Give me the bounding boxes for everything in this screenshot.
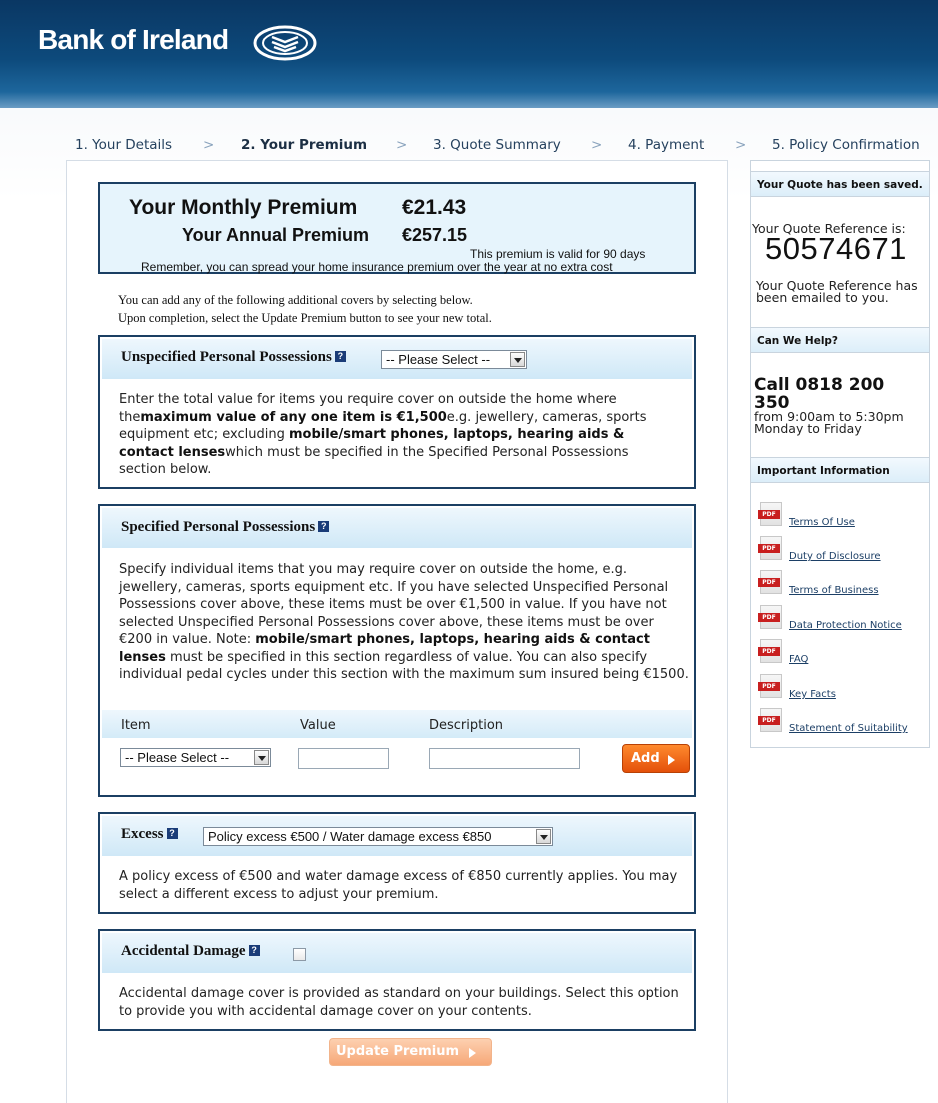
- premium-spread-note: Remember, you can spread your home insur…: [141, 260, 613, 274]
- pdf-icon: [758, 570, 782, 594]
- section-title: Specified Personal Possessions?: [121, 519, 330, 536]
- sidebar: Your Quote has been saved. Your Quote Re…: [750, 160, 930, 748]
- section-header: Specified Personal Possessions?: [102, 508, 692, 548]
- section-title: Accidental Damage?: [121, 943, 260, 960]
- column-description: Description: [429, 718, 504, 733]
- excess-section: Excess? Policy excess €500 / Water damag…: [98, 812, 696, 914]
- section-title: Excess?: [121, 826, 178, 843]
- site-header: Bank of Ireland: [0, 0, 938, 108]
- annual-premium-label: Your Annual Premium: [182, 225, 370, 245]
- monthly-premium-label: Your Monthly Premium: [129, 196, 358, 219]
- section-header: Excess? Policy excess €500 / Water damag…: [102, 816, 692, 856]
- section-header: Accidental Damage?: [102, 933, 692, 973]
- help-icon[interactable]: ?: [334, 351, 346, 362]
- additional-covers-intro: You can add any of the following additio…: [118, 291, 492, 327]
- arrow-right-icon: [469, 1048, 476, 1058]
- pdf-icon: [758, 536, 782, 560]
- step-policy-confirmation: 5. Policy Confirmation: [772, 137, 920, 153]
- doc-statement-of-suitability[interactable]: Statement of Suitability: [758, 708, 929, 738]
- bank-logo-icon[interactable]: [252, 23, 318, 63]
- accidental-damage-description: Accidental damage cover is provided as s…: [119, 986, 679, 1019]
- step-separator: >: [735, 137, 747, 153]
- doc-duty-of-disclosure[interactable]: Duty of Disclosure: [758, 536, 929, 566]
- section-header: Unspecified Personal Possessions? -- Ple…: [102, 339, 692, 379]
- pdf-icon: [758, 708, 782, 732]
- hours-line-2: Monday to Friday: [754, 421, 862, 436]
- premium-validity-note: This premium is valid for 90 days: [470, 247, 646, 261]
- brand-logo-text[interactable]: Bank of Ireland: [38, 24, 229, 56]
- step-separator: >: [396, 137, 408, 153]
- chevron-down-icon: [536, 829, 551, 844]
- unspecified-amount-select[interactable]: -- Please Select --: [381, 350, 527, 369]
- doc-faq[interactable]: FAQ: [758, 639, 929, 669]
- quote-reference-number: 50574671: [765, 231, 907, 266]
- column-item: Item: [121, 718, 151, 733]
- intro-line-2: Upon completion, select the Update Premi…: [118, 311, 492, 325]
- accidental-damage-section: Accidental Damage? Accidental damage cov…: [98, 929, 696, 1031]
- pdf-icon: [758, 674, 782, 698]
- pdf-icon: [758, 605, 782, 629]
- chevron-down-icon: [510, 352, 525, 367]
- arrow-right-icon: [668, 755, 675, 765]
- step-payment: 4. Payment: [628, 137, 705, 153]
- doc-key-facts[interactable]: Key Facts: [758, 674, 929, 704]
- doc-terms-of-use[interactable]: Terms Of Use: [758, 502, 929, 532]
- annual-premium-value: €257.15: [402, 225, 468, 245]
- step-your-details[interactable]: 1. Your Details: [75, 137, 172, 153]
- help-icon[interactable]: ?: [318, 521, 330, 532]
- intro-line-1: You can add any of the following additio…: [118, 293, 473, 307]
- phone-number[interactable]: Call 0818 200 350: [754, 376, 884, 412]
- monthly-premium-value: €21.43: [402, 196, 467, 219]
- chevron-down-icon: [254, 750, 269, 765]
- doc-data-protection-notice[interactable]: Data Protection Notice: [758, 605, 929, 635]
- progress-steps: 1. Your Details > 2. Your Premium > 3. Q…: [0, 137, 938, 157]
- unspecified-possessions-section: Unspecified Personal Possessions? -- Ple…: [98, 335, 696, 489]
- step-quote-summary: 3. Quote Summary: [433, 137, 561, 153]
- pdf-icon: [758, 639, 782, 663]
- help-icon[interactable]: ?: [166, 828, 178, 839]
- accidental-damage-checkbox[interactable]: [293, 948, 306, 961]
- specified-description: Specify individual items that you may re…: [119, 562, 689, 682]
- quote-emailed-line-2: been emailed to you.: [756, 290, 889, 305]
- can-we-help-heading: Can We Help?: [751, 327, 929, 353]
- step-separator: >: [591, 137, 603, 153]
- step-separator: >: [203, 137, 215, 153]
- important-info-heading: Important Information: [751, 457, 929, 483]
- item-table-header: Item Value Description: [102, 710, 692, 738]
- add-item-button[interactable]: Add: [622, 744, 690, 773]
- item-type-select[interactable]: -- Please Select --: [120, 748, 271, 767]
- premium-summary-box: Your Monthly Premium €21.43 Your Annual …: [98, 182, 696, 274]
- section-title: Unspecified Personal Possessions?: [121, 349, 346, 366]
- step-your-premium: 2. Your Premium: [241, 137, 368, 153]
- update-premium-button[interactable]: Update Premium: [329, 1038, 492, 1066]
- column-value: Value: [300, 718, 336, 733]
- unspecified-description: Enter the total value for items you requ…: [119, 392, 647, 477]
- quote-saved-heading: Your Quote has been saved.: [751, 171, 929, 197]
- item-description-input[interactable]: [429, 748, 580, 769]
- excess-description: A policy excess of €500 and water damage…: [119, 869, 678, 902]
- doc-terms-of-business[interactable]: Terms of Business: [758, 570, 929, 600]
- item-value-input[interactable]: [298, 748, 389, 769]
- excess-select[interactable]: Policy excess €500 / Water damage excess…: [203, 827, 553, 846]
- pdf-icon: [758, 502, 782, 526]
- help-icon[interactable]: ?: [248, 945, 260, 956]
